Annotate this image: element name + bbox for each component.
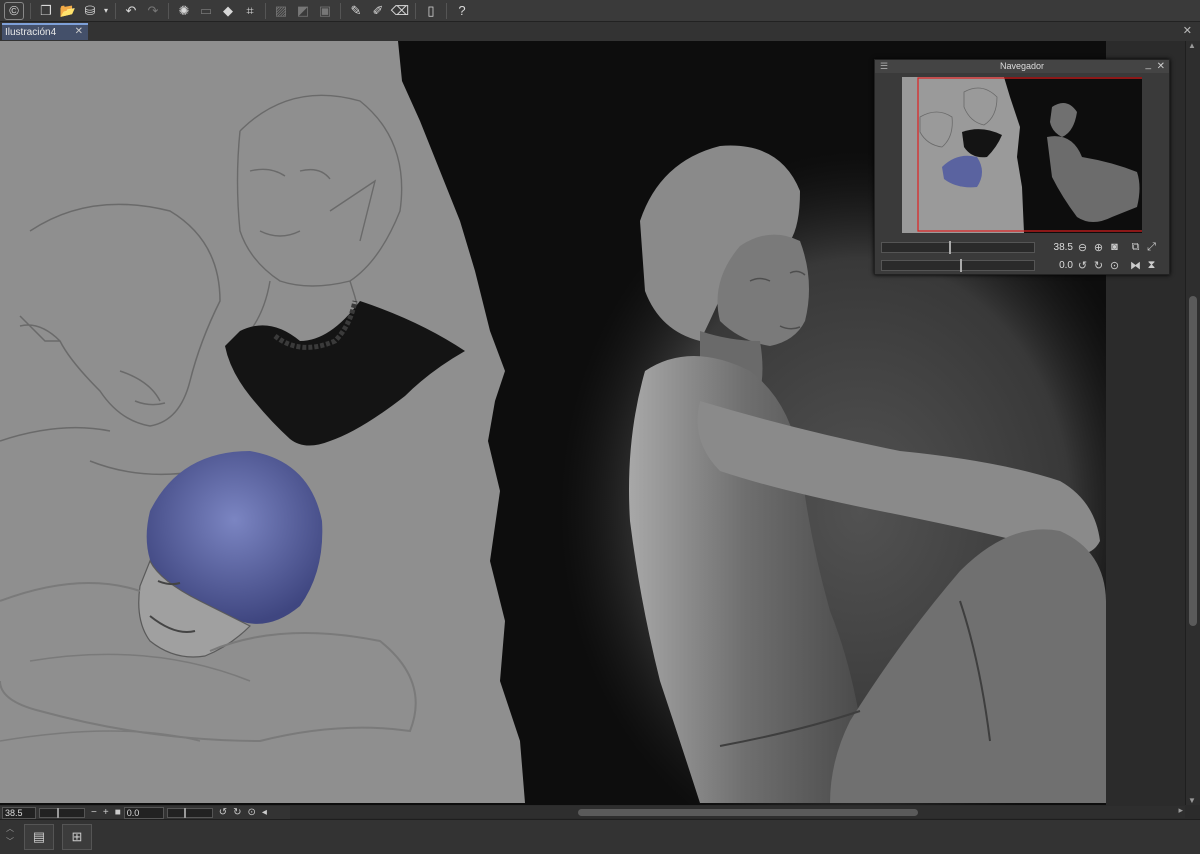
pen-tool-icon[interactable]: ✎ bbox=[345, 1, 367, 21]
horizontal-scrollbar[interactable]: ▸ bbox=[290, 805, 1185, 818]
navigator-panel[interactable]: ☰ Navegador _ ✕ 38.5 ⊖ ⊕ ◙ ⧉ ⤢ 0.0 ↺ ↻ ⊙… bbox=[874, 59, 1170, 275]
flip-vertical-icon[interactable]: ⧗ bbox=[1145, 259, 1158, 272]
minimize-icon[interactable]: _ bbox=[1145, 58, 1151, 71]
rotate-left-icon[interactable]: ↺ bbox=[1076, 259, 1089, 272]
navigator-zoom-row: 38.5 ⊖ ⊕ ◙ ⧉ ⤢ bbox=[881, 238, 1165, 256]
eraser-tool-icon[interactable]: ⌫ bbox=[389, 1, 411, 21]
navigator-preview[interactable] bbox=[902, 77, 1142, 233]
toolbar-divider bbox=[340, 2, 341, 19]
scroll-down-icon[interactable]: ▼ bbox=[1188, 796, 1196, 805]
navigator-thumbnail bbox=[902, 77, 1142, 233]
fit-window-icon[interactable]: ⧉ bbox=[1129, 241, 1142, 254]
navigator-title-bar[interactable]: ☰ Navegador _ ✕ bbox=[875, 58, 1169, 73]
invert-selection-icon[interactable]: ◩ bbox=[292, 1, 314, 21]
vertical-scrollbar[interactable]: ▲ ▼ bbox=[1185, 41, 1200, 805]
select-all-icon[interactable]: ▨ bbox=[270, 1, 292, 21]
smartphone-icon[interactable]: ▯ bbox=[420, 1, 442, 21]
zoom-out-icon[interactable]: ⊖ bbox=[1076, 241, 1089, 254]
navigator-zoom-value[interactable]: 38.5 bbox=[1051, 242, 1073, 253]
fill-icon[interactable]: ◆ bbox=[217, 1, 239, 21]
crop-icon[interactable]: ⌗ bbox=[239, 1, 261, 21]
fit-icon[interactable]: ■ bbox=[115, 807, 121, 818]
navigator-rotate-slider[interactable] bbox=[881, 258, 1035, 272]
bottom-panel-bar: ︿ ﹀ ▤ ⊞ bbox=[0, 819, 1200, 854]
zoom-input[interactable]: 38.5 bbox=[2, 806, 36, 819]
rotate-input[interactable]: 0.0 bbox=[123, 806, 164, 819]
zoom-slider[interactable] bbox=[39, 807, 85, 818]
vertical-scroll-thumb[interactable] bbox=[1189, 296, 1197, 626]
toolbar-divider bbox=[415, 2, 416, 19]
scroll-up-icon[interactable]: ▲ bbox=[1188, 41, 1196, 50]
navigator-rotate-knob[interactable] bbox=[960, 258, 963, 272]
toolbar-divider bbox=[30, 2, 31, 19]
tab-document[interactable]: Ilustración4 ✕ bbox=[2, 23, 88, 40]
navigator-zoom-slider[interactable] bbox=[881, 240, 1035, 254]
fullscreen-icon[interactable]: ⤢ bbox=[1145, 241, 1158, 254]
rotate-right-icon[interactable]: ↻ bbox=[1092, 259, 1105, 272]
dropdown-arrow-icon[interactable]: ▾ bbox=[101, 1, 111, 21]
canvas-status-bar: 38.5 − + ■ 0.0 ↺ ↻ ⊙ ◂ bbox=[0, 806, 290, 819]
zoom-in-icon[interactable]: ⊕ bbox=[1092, 241, 1105, 254]
document-tab-bar: Ilustración4 ✕ ✕ bbox=[0, 22, 1200, 42]
reset-rotation-icon[interactable]: ⊙ bbox=[1108, 259, 1121, 272]
navigator-controls: 38.5 ⊖ ⊕ ◙ ⧉ ⤢ 0.0 ↺ ↻ ⊙ ⧓ ⧗ bbox=[881, 238, 1165, 274]
collapse-arrows-icon[interactable]: ︿ ﹀ bbox=[6, 822, 14, 848]
toolbar-divider bbox=[446, 2, 447, 19]
deselect-icon[interactable]: ▣ bbox=[314, 1, 336, 21]
zoom-out-button[interactable]: − bbox=[91, 807, 97, 818]
scroll-left-icon[interactable]: ◂ bbox=[262, 807, 267, 818]
reset-rotation-icon[interactable]: ⊙ bbox=[248, 807, 256, 818]
toolbar-divider bbox=[115, 2, 116, 19]
app-logo-icon[interactable]: © bbox=[4, 1, 24, 20]
rotate-right-icon[interactable]: ↻ bbox=[233, 807, 241, 818]
window-close-icon[interactable]: ✕ bbox=[1183, 24, 1192, 37]
clear-icon[interactable]: ▭ bbox=[195, 1, 217, 21]
horizontal-scroll-thumb[interactable] bbox=[578, 809, 918, 816]
navigator-rotate-value[interactable]: 0.0 bbox=[1051, 260, 1073, 271]
tab-label: Ilustración4 bbox=[5, 27, 57, 38]
navigator-title: Navegador bbox=[999, 61, 1045, 71]
undo-icon[interactable]: ↶ bbox=[120, 1, 142, 21]
main-toolbar: © ❐ 📂 ⛁ ▾ ↶ ↷ ✺ ▭ ◆ ⌗ ▨ ◩ ▣ ✎ ✐ ⌫ ▯ ? bbox=[0, 0, 1200, 22]
zoom-slider-knob[interactable] bbox=[56, 807, 59, 818]
navigator-rotate-row: 0.0 ↺ ↻ ⊙ ⧓ ⧗ bbox=[881, 256, 1165, 274]
flip-horizontal-icon[interactable]: ⧓ bbox=[1129, 259, 1142, 272]
rotate-slider[interactable] bbox=[166, 807, 213, 818]
brush-tool-icon[interactable]: ✐ bbox=[367, 1, 389, 21]
zoom-in-button[interactable]: + bbox=[103, 807, 109, 818]
help-icon[interactable]: ? bbox=[451, 1, 473, 21]
scroll-right-icon[interactable]: ▸ bbox=[1178, 805, 1183, 816]
actual-size-icon[interactable]: ◙ bbox=[1108, 241, 1121, 253]
toolbar-divider bbox=[168, 2, 169, 19]
loading-spinner-icon[interactable]: ✺ bbox=[173, 1, 195, 21]
navigator-zoom-knob[interactable] bbox=[949, 240, 952, 254]
rotate-slider-knob[interactable] bbox=[184, 807, 187, 818]
toolbar-divider bbox=[265, 2, 266, 19]
redo-icon[interactable]: ↷ bbox=[142, 1, 164, 21]
tab-close-icon[interactable]: ✕ bbox=[75, 26, 83, 37]
navigator-close-icon[interactable]: ✕ bbox=[1157, 60, 1165, 73]
open-folder-icon[interactable]: 📂 bbox=[57, 1, 79, 21]
panel-menu-icon[interactable]: ☰ bbox=[880, 60, 888, 73]
new-file-icon[interactable]: ❐ bbox=[35, 1, 57, 21]
reference-panel-button[interactable]: ⊞ bbox=[62, 824, 92, 850]
rotate-left-icon[interactable]: ↺ bbox=[219, 807, 227, 818]
save-icon[interactable]: ⛁ bbox=[79, 1, 101, 21]
panel-layout-button[interactable]: ▤ bbox=[24, 824, 54, 850]
